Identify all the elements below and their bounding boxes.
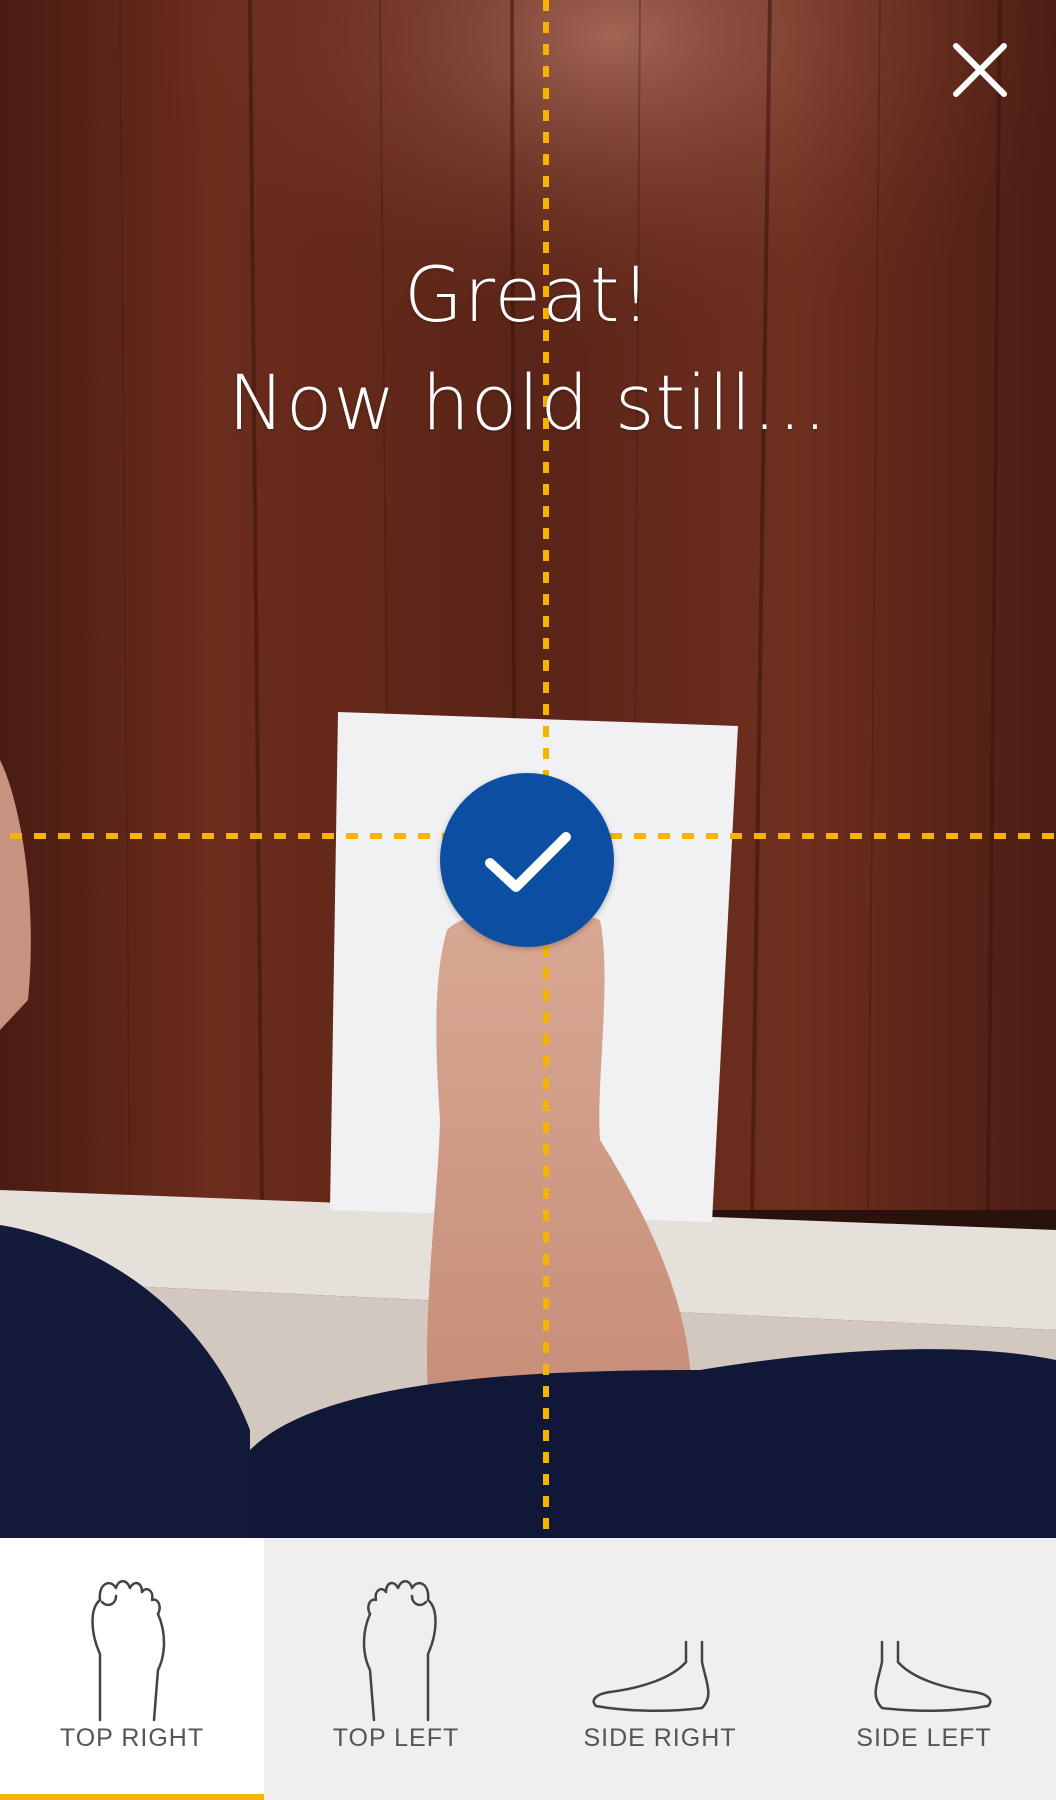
tab-side-right[interactable]: SIDE RIGHT [528, 1538, 792, 1800]
tab-side-left-label: SIDE LEFT [856, 1724, 992, 1752]
tab-top-left[interactable]: TOP LEFT [264, 1538, 528, 1800]
scan-view-tabbar: TOP RIGHT TOP LEFT SIDE RIGHT SIDE LEFT [0, 1538, 1056, 1800]
close-icon [953, 43, 1007, 97]
camera-viewfinder: Great! Now hold still... [0, 0, 1056, 1538]
tab-top-left-label: TOP LEFT [332, 1724, 460, 1752]
tab-top-right[interactable]: TOP RIGHT [0, 1538, 264, 1800]
checkmark-icon [485, 832, 571, 892]
foot-side-left-icon [874, 1640, 992, 1713]
vertical-alignment-guide [543, 0, 549, 1538]
foot-scan-screen: Great! Now hold still... TOP RIGHT TOP L… [0, 0, 1056, 1800]
tab-side-left[interactable]: SIDE LEFT [792, 1538, 1056, 1800]
scan-prompt-instruction: Now hold still... [227, 358, 829, 447]
foot-top-left-icon [362, 1580, 437, 1722]
active-tab-indicator [0, 1794, 264, 1800]
camera-feed [0, 0, 1056, 1538]
scan-prompt-title: Great! [403, 250, 653, 339]
foot-side-right-icon [592, 1640, 710, 1713]
alignment-success-badge [440, 773, 614, 947]
tab-top-right-label: TOP RIGHT [59, 1724, 205, 1752]
tab-side-right-label: SIDE RIGHT [583, 1724, 737, 1752]
foot-top-right-icon [91, 1580, 166, 1722]
close-button[interactable] [948, 38, 1012, 102]
